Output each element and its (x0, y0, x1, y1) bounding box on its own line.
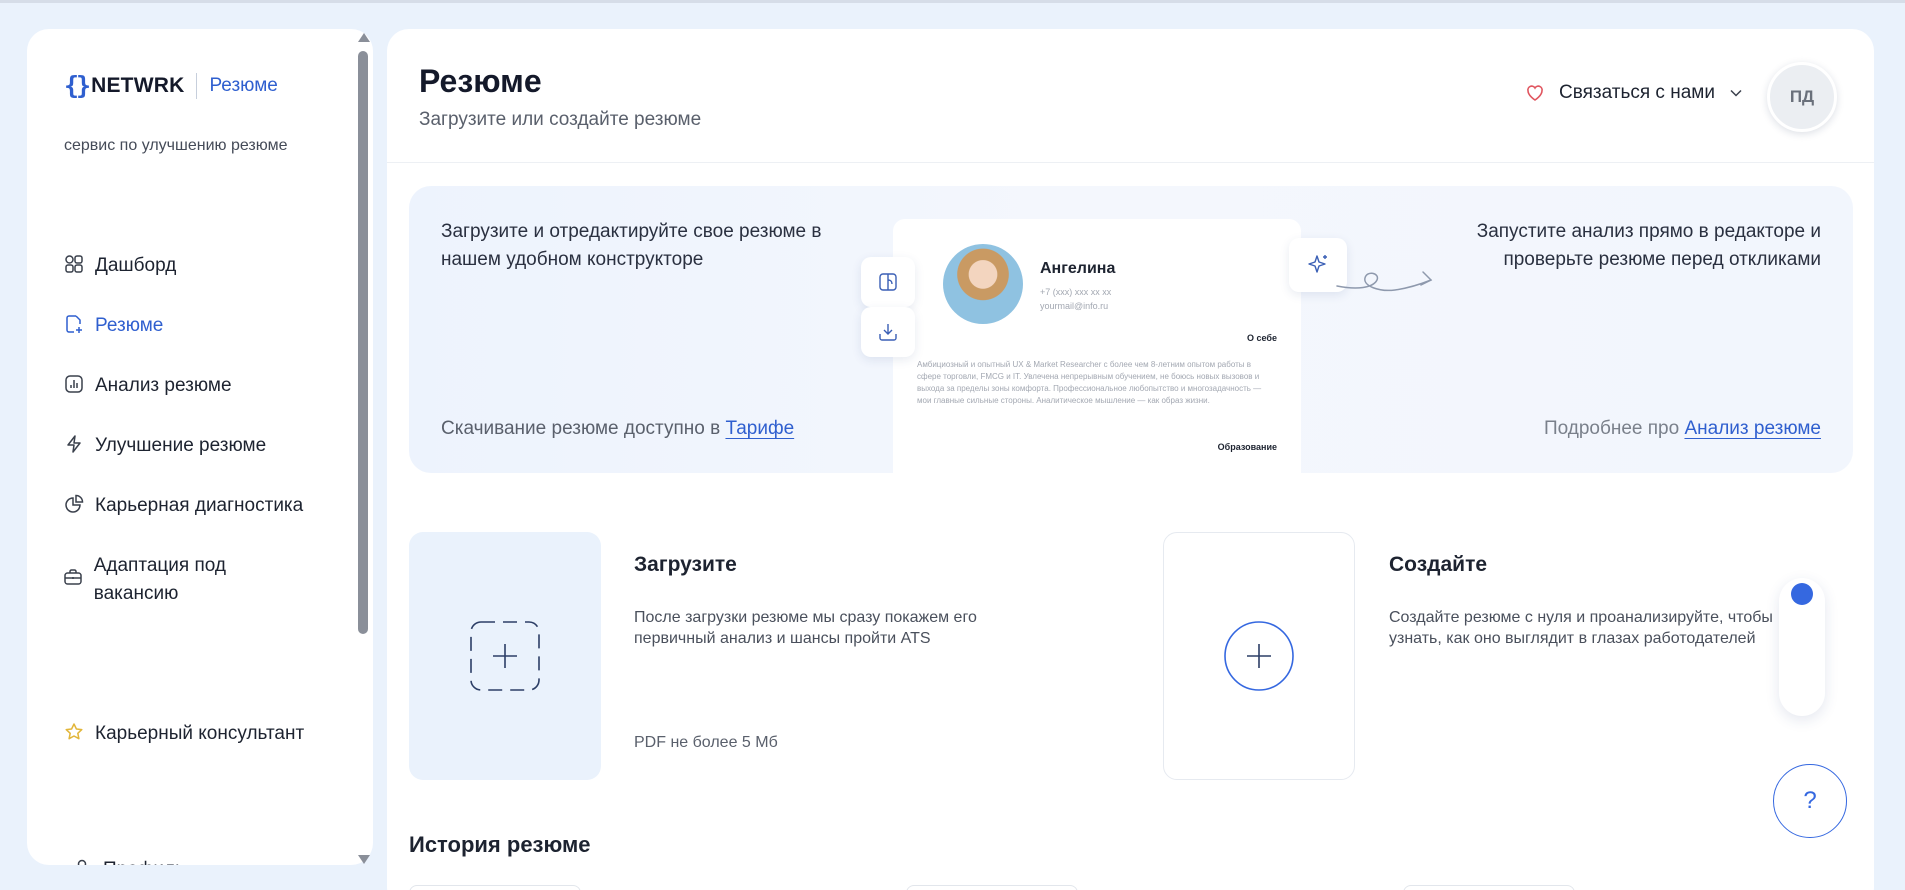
history-card[interactable] (409, 885, 581, 890)
pie-icon (63, 493, 85, 515)
lightning-icon (63, 433, 85, 455)
resume-phone: +7 (xxx) xxx xx xx (1040, 287, 1112, 297)
sidebar-item-label: Резюме (95, 315, 164, 336)
resume-about-title: О себе (1247, 333, 1277, 343)
download-float-button (861, 307, 915, 357)
create-resume-box[interactable] (1163, 532, 1355, 780)
logo-divider (196, 72, 198, 99)
scroll-thumb[interactable] (358, 51, 368, 634)
sidebar-scrollbar[interactable] (356, 33, 370, 864)
sidebar-item-improvement[interactable]: Улучшение резюме (63, 432, 266, 460)
sparkle-icon (1308, 255, 1327, 273)
sidebar: {} NETWRK Резюме сервис по улучшению рез… (27, 29, 373, 865)
decorative-arrow-icon (1336, 271, 1433, 292)
tagline: сервис по улучшению резюме (64, 137, 288, 154)
resume-photo (943, 244, 1023, 324)
sidebar-item-label: Профиль (103, 856, 185, 865)
contact-label: Связаться с нами (1559, 82, 1715, 103)
sidebar-item-label: Карьерный консультант (95, 723, 305, 744)
layout-float-button (861, 257, 915, 307)
sidebar-item-consultant[interactable]: Карьерный консультант (63, 720, 304, 748)
resume-email: yourmail@info.ru (1040, 301, 1109, 311)
banner-right-text: Запустите анализ прямо в редакторе и про… (1476, 221, 1821, 270)
sidebar-item-dashboard[interactable]: Дашборд (63, 252, 176, 280)
resume-icon (63, 313, 85, 335)
sidebar-item-label: Дашборд (95, 255, 177, 276)
sidebar-item-adaptation[interactable]: Адаптация под вакансию (63, 552, 303, 608)
sidebar-item-label: Анализ резюме (95, 375, 232, 396)
history-card[interactable] (906, 885, 1078, 890)
sidebar-item-label: Адаптация под вакансию (93, 555, 226, 604)
analysis-note-prefix: Подробнее про (1543, 418, 1685, 439)
upload-title: Загрузите (634, 553, 737, 576)
layout-icon (879, 273, 897, 291)
user-icon (71, 857, 93, 865)
chevron-down-icon (1730, 89, 1742, 97)
sidebar-item-resume[interactable]: Резюме (63, 312, 163, 340)
scroll-indicator[interactable] (1779, 578, 1825, 716)
analysis-note: Подробнее про Анализ резюме (1544, 418, 1821, 440)
resume-name: Ангелина (1040, 260, 1116, 277)
page-subtitle: Загрузите или создайте резюме (419, 109, 702, 130)
header-divider (387, 162, 1874, 163)
sidebar-item-diagnostics[interactable]: Карьерная диагностика (63, 492, 303, 520)
sidebar-item-profile[interactable]: Профиль (71, 856, 185, 865)
create-plus-icon (1224, 621, 1294, 691)
create-description: Создайте резюме с нуля и проанализируйте… (1389, 607, 1785, 649)
scroll-up-arrow-icon[interactable] (358, 33, 370, 42)
download-note: Скачивание резюме доступно в Тарифе (441, 418, 794, 440)
history-title: История резюме (409, 832, 591, 857)
upload-plus-icon (470, 621, 540, 691)
upload-dropzone[interactable] (409, 532, 601, 780)
top-border (0, 0, 1905, 3)
logo-text: NETWRK (91, 73, 185, 97)
chart-icon (63, 373, 85, 395)
avatar[interactable]: ПД (1767, 62, 1837, 132)
sidebar-item-label: Улучшение резюме (95, 435, 267, 456)
analysis-link[interactable]: Анализ резюме (1684, 418, 1821, 439)
sidebar-item-label: Карьерная диагностика (95, 495, 304, 516)
editor-banner: Загрузите и отредактируйте свое резюме в… (409, 186, 1853, 473)
banner-left-text: Загрузите и отредактируйте свое резюме в… (441, 221, 822, 270)
tariff-link[interactable]: Тарифе (725, 418, 794, 439)
resume-about-text: Амбициозный и опытный UX & Market Resear… (917, 360, 1262, 405)
create-title: Создайте (1389, 553, 1488, 576)
resume-preview: Ангелина +7 (xxx) xxx xx xx yourmail@inf… (893, 219, 1301, 473)
heart-icon (1527, 85, 1543, 101)
briefcase-icon (63, 566, 84, 588)
upload-description: После загрузки резюме мы сразу покажем е… (634, 609, 977, 647)
page-title: Резюме (419, 63, 542, 99)
create-description-text: Создайте резюме с нуля и проанализируйте… (1389, 609, 1773, 647)
upload-format-note: PDF не более 5 Мб (634, 734, 778, 751)
sidebar-item-analysis[interactable]: Анализ резюме (63, 372, 232, 400)
logo-braces: {} (64, 71, 91, 100)
history-card[interactable] (1403, 885, 1575, 890)
logo[interactable]: {} NETWRK Резюме (64, 71, 278, 100)
contact-dropdown[interactable]: Связаться с нами (1525, 82, 1743, 104)
download-icon (879, 324, 897, 341)
scroll-indicator-dot[interactable] (1791, 583, 1813, 605)
logo-subtitle: Резюме (209, 74, 278, 96)
download-note-prefix: Скачивание резюме доступно в (441, 418, 726, 439)
dashboard-icon (63, 253, 85, 275)
resume-education-title: Образование (1217, 442, 1277, 452)
scroll-down-arrow-icon[interactable] (358, 855, 370, 864)
help-button[interactable]: ? (1773, 764, 1847, 838)
main-panel: Резюме Загрузите или создайте резюме Свя… (387, 29, 1874, 890)
star-icon (63, 721, 85, 743)
